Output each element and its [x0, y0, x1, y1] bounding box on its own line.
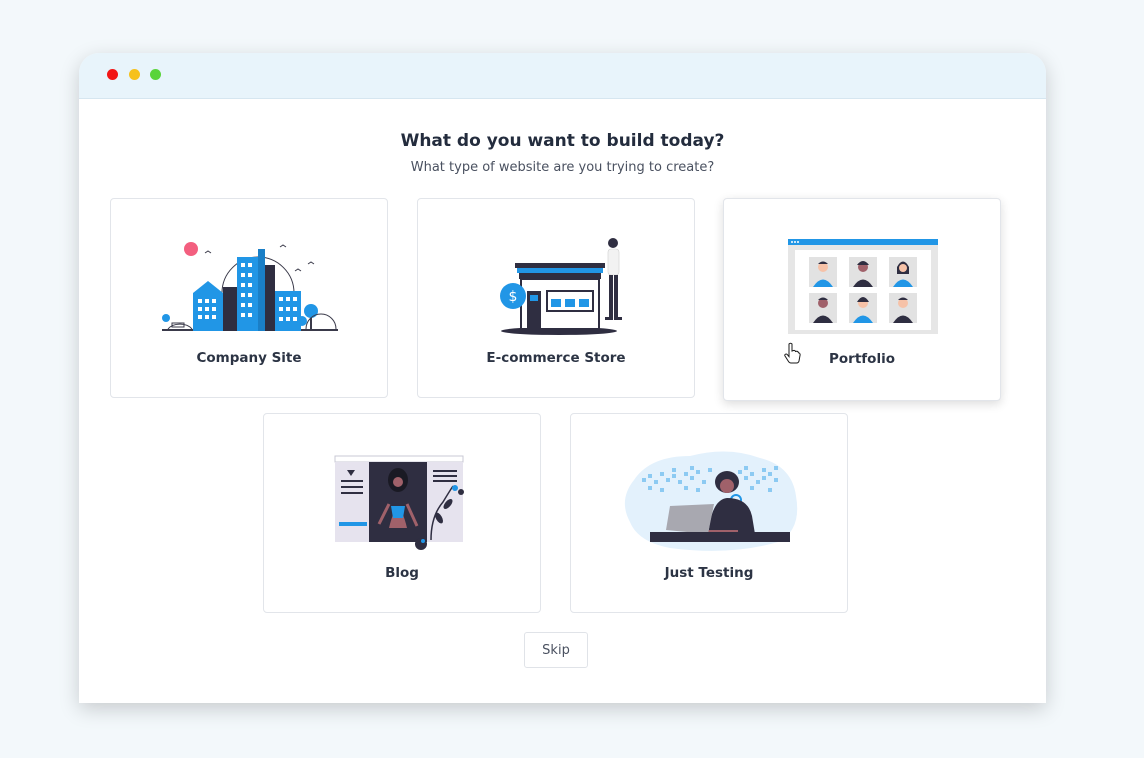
page-subtitle: What type of website are you trying to c… — [410, 160, 715, 175]
option-blog[interactable]: Blog — [263, 413, 541, 613]
svg-text:$: $ — [509, 289, 518, 305]
hand-cursor-icon — [784, 342, 801, 364]
close-window-button[interactable] — [107, 69, 118, 80]
option-ecommerce-store[interactable]: $ E-commerce Store — [417, 198, 695, 398]
profile-grid-icon — [788, 239, 938, 334]
option-label: Blog — [385, 565, 419, 581]
blog-page-icon — [334, 455, 464, 550]
maximize-window-button[interactable] — [150, 69, 161, 80]
option-company-site[interactable]: Company Site — [110, 198, 388, 398]
minimize-window-button[interactable] — [129, 69, 140, 80]
browser-window: What do you want to build today? What ty… — [79, 53, 1046, 703]
option-label: E-commerce Store — [486, 350, 626, 366]
skip-button[interactable]: Skip — [524, 632, 588, 668]
option-label: Just Testing — [664, 565, 754, 581]
page-title: What do you want to build today? — [400, 131, 725, 151]
storefront-icon: $ — [500, 238, 622, 335]
option-label: Portfolio — [829, 351, 895, 367]
option-just-testing[interactable]: Just Testing — [570, 413, 848, 613]
city-buildings-icon — [162, 242, 338, 331]
option-label: Company Site — [196, 350, 302, 366]
laptop-person-icon — [624, 451, 798, 551]
option-portfolio[interactable]: Portfolio — [723, 198, 1001, 401]
window-titlebar — [79, 53, 1046, 99]
